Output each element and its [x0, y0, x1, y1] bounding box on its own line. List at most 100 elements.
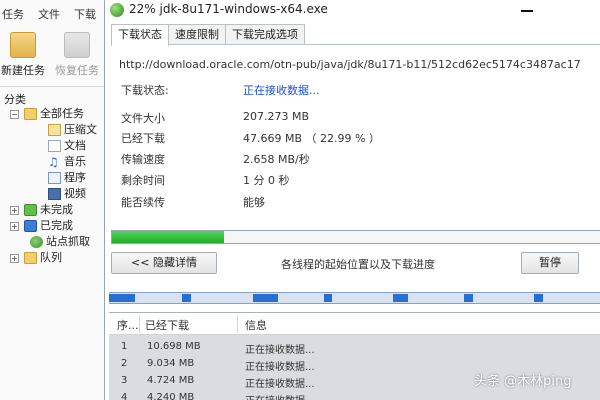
window-title: 22% jdk-8u171-windows-x64.exe — [129, 2, 328, 16]
file-size-value: 207.273 MB — [243, 110, 310, 123]
resume-support-label: 能否续传 — [121, 196, 165, 209]
tree-expand-toggle[interactable]: + — [10, 206, 19, 215]
progress-fill — [112, 231, 225, 243]
toolbar-divider — [0, 86, 108, 87]
tree-item-documents[interactable]: 文档 — [0, 138, 108, 154]
tab-download-status[interactable]: 下载状态 — [111, 24, 169, 46]
tree-item-compressed[interactable]: 压缩文 — [0, 122, 108, 138]
cell-seq: 4 — [121, 392, 128, 400]
cell-info: 正在接收数据... — [245, 379, 315, 390]
watermark-text: 头条 @木林ping — [474, 374, 572, 389]
hide-details-button[interactable]: << 隐藏详情 — [111, 252, 217, 274]
new-task-button[interactable]: 新建任务 — [0, 30, 48, 80]
thread-segment — [324, 294, 333, 302]
cell-downloaded: 10.698 MB — [147, 341, 201, 352]
thread-segment — [464, 294, 474, 302]
tree-item-video[interactable]: 视频 — [0, 186, 108, 202]
zip-icon — [48, 124, 61, 136]
thread-segment — [182, 294, 192, 302]
music-icon: ♫ — [48, 155, 59, 169]
status-value: 正在接收数据... — [243, 84, 320, 97]
thread-segment — [393, 294, 409, 302]
cell-info: 正在接收数据... — [245, 345, 315, 356]
column-header-downloaded[interactable]: 已经下载 — [145, 317, 189, 333]
file-size-label: 文件大小 — [121, 112, 165, 125]
speed-value: 2.658 MB/秒 — [243, 153, 310, 166]
tree-item-label: 未完成 — [40, 203, 73, 216]
download-url: http://download.oracle.com/otn-pub/java/… — [119, 58, 581, 71]
checkmark-icon — [24, 220, 37, 232]
restore-task-icon — [64, 32, 90, 58]
toolbar: 新建任务 恢复任务 — [0, 26, 108, 82]
thread-segment — [534, 294, 543, 302]
menu-file[interactable]: 文件 — [38, 6, 60, 24]
tree-item-site-grab[interactable]: 站点抓取 — [0, 234, 108, 250]
tab-completion-options[interactable]: 下载完成选项 — [225, 24, 305, 45]
resume-support-value: 能够 — [243, 196, 265, 209]
tree-item-label: 全部任务 — [40, 107, 84, 120]
table-row[interactable]: 1 10.698 MB 正在接收数据... — [109, 339, 600, 356]
restore-task-label: 恢复任务 — [55, 64, 99, 77]
tree-collapse-toggle[interactable]: − — [10, 110, 19, 119]
thread-progress-bar — [109, 292, 600, 304]
globe-icon — [30, 236, 43, 248]
download-dialog: 22% jdk-8u171-windows-x64.exe 下载状态 速度限制 … — [104, 0, 600, 400]
tree-item-label: 压缩文 — [64, 123, 97, 136]
column-header-seq[interactable]: 序... — [117, 317, 139, 333]
thread-segment — [109, 294, 135, 302]
folder-icon — [24, 108, 37, 120]
column-divider[interactable] — [139, 315, 140, 333]
table-row[interactable]: 4 4.240 MB 正在接收数据... — [109, 390, 600, 400]
screen: 任务 文件 下载 新建任务 恢复任务 分类 − 全部任务 压缩文 文档 ♫ 音乐… — [0, 0, 600, 400]
status-label: 下载状态: — [121, 84, 169, 97]
tree-item-label: 队列 — [40, 251, 62, 264]
column-header-info[interactable]: 信息 — [245, 317, 267, 333]
category-tree: − 全部任务 压缩文 文档 ♫ 音乐 程序 视频 + 未完成 + 已完成 站点抓… — [0, 106, 108, 266]
cell-info: 正在接收数据... — [245, 392, 315, 400]
thread-segment — [252, 294, 279, 302]
tree-item-label: 视频 — [64, 187, 86, 200]
tree-item-all-tasks[interactable]: − 全部任务 — [0, 106, 108, 122]
tree-item-label: 站点抓取 — [46, 235, 90, 248]
app-icon — [110, 3, 124, 17]
downloaded-value: 47.669 MB （ 22.99 % ） — [243, 132, 380, 145]
tab-speed-limit[interactable]: 速度限制 — [168, 24, 226, 45]
pause-button[interactable]: 暂停 — [521, 252, 579, 274]
tree-expand-toggle[interactable]: + — [10, 254, 19, 263]
speed-label: 传输速度 — [121, 153, 165, 166]
cell-seq: 2 — [121, 358, 128, 369]
document-icon — [48, 140, 61, 152]
tree-expand-toggle[interactable]: + — [10, 222, 19, 231]
tree-item-label: 文档 — [64, 139, 86, 152]
cell-seq: 3 — [121, 375, 128, 386]
cell-info: 正在接收数据... — [245, 362, 315, 373]
column-divider[interactable] — [237, 315, 238, 333]
tree-item-label: 程序 — [64, 171, 86, 184]
download-arrow-icon — [24, 204, 37, 216]
tab-bar: 下载状态 速度限制 下载完成选项 — [111, 24, 305, 46]
queue-folder-icon — [24, 252, 37, 264]
cell-seq: 1 — [121, 341, 128, 352]
tree-item-unfinished[interactable]: + 未完成 — [0, 202, 108, 218]
tree-item-music[interactable]: ♫ 音乐 — [0, 154, 108, 170]
menu-download[interactable]: 下载 — [74, 6, 96, 24]
menu-task[interactable]: 任务 — [2, 6, 24, 24]
minimize-button[interactable] — [515, 4, 539, 16]
table-header: 序... 已经下载 信息 — [109, 313, 600, 335]
menu-bar: 任务 文件 下载 — [0, 6, 108, 24]
download-progress-bar — [111, 230, 600, 244]
tree-item-programs[interactable]: 程序 — [0, 170, 108, 186]
tree-item-queue[interactable]: + 队列 — [0, 250, 108, 266]
downloaded-label: 已经下载 — [121, 132, 165, 145]
cell-downloaded: 4.240 MB — [147, 392, 195, 400]
main-window: 任务 文件 下载 新建任务 恢复任务 分类 − 全部任务 压缩文 文档 ♫ 音乐… — [0, 0, 108, 400]
title-bar[interactable]: 22% jdk-8u171-windows-x64.exe — [105, 0, 600, 20]
threads-caption: 各线程的起始位置以及下载进度 — [281, 258, 435, 271]
program-icon — [48, 172, 61, 184]
new-task-label: 新建任务 — [1, 64, 45, 77]
tree-item-label: 已完成 — [40, 219, 73, 232]
restore-task-button[interactable]: 恢复任务 — [52, 30, 102, 80]
cell-downloaded: 9.034 MB — [147, 358, 195, 369]
tree-item-label: 音乐 — [64, 155, 86, 168]
tree-item-finished[interactable]: + 已完成 — [0, 218, 108, 234]
